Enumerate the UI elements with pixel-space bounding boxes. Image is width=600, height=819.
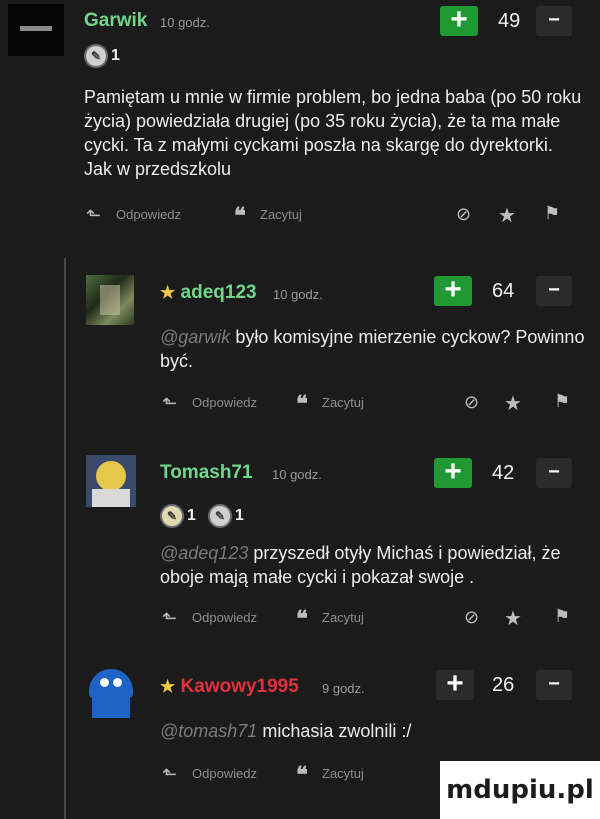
timestamp: 10 godz. [273, 287, 323, 302]
quote-icon[interactable]: ❝ [234, 203, 246, 229]
avatar[interactable] [86, 668, 136, 718]
quote-icon[interactable]: ❝ [296, 606, 308, 632]
comment-text: Pamiętam u mnie w firmie problem, bo jed… [84, 85, 584, 181]
mention-link[interactable]: @tomash71 [160, 721, 257, 741]
thread-line [64, 258, 66, 819]
downvote-button[interactable]: − [536, 458, 572, 488]
flag-icon[interactable]: ⚑ [554, 391, 570, 412]
flag-icon[interactable]: ⚑ [544, 203, 560, 224]
quote-icon[interactable]: ❝ [296, 391, 308, 417]
flag-icon[interactable]: ⚑ [554, 606, 570, 627]
timestamp: 10 godz. [272, 467, 322, 482]
username[interactable]: ★ Kawowy1995 [160, 676, 299, 698]
username-text: adeq123 [180, 282, 257, 303]
moderate-icon[interactable]: ⊘ [464, 392, 479, 413]
comment-actions: ⬑ Odpowiedz ❝ Zacytuj ⊘ ★ ⚑ [160, 606, 590, 632]
badge-icon: ✎ [208, 504, 232, 528]
reply-link[interactable]: Odpowiedz [192, 766, 257, 781]
vote-count: 26 [492, 674, 515, 696]
username[interactable]: ★ adeq123 [160, 282, 257, 304]
badge-icon: ✎ [160, 504, 184, 528]
vote-count: 49 [498, 10, 521, 32]
upvote-button[interactable]: + [436, 669, 474, 700]
star-icon[interactable]: ★ [504, 606, 522, 631]
comment-text: @adeq123 przyszedł otyły Michaś i powied… [160, 541, 590, 589]
timestamp: 9 godz. [322, 681, 365, 696]
quote-link[interactable]: Zacytuj [260, 207, 302, 222]
moderate-icon[interactable]: ⊘ [464, 607, 479, 628]
reply-arrow-icon[interactable]: ⬑ [86, 205, 101, 226]
comment-text: @garwik było komisyjne mierzenie cyckow?… [160, 325, 590, 373]
star-icon: ★ [160, 677, 176, 696]
badge-count: 1 [187, 507, 196, 524]
star-icon[interactable]: ★ [498, 203, 516, 228]
watermark-logo: mdupiu.pl [440, 761, 600, 819]
vote-count: 42 [492, 462, 515, 484]
upvote-button[interactable]: + [434, 457, 472, 488]
user-badge: ✎ 1 [84, 44, 120, 68]
comment-text: @tomash71 michasia zwolnili :/ [160, 719, 590, 743]
username-text: Kawowy1995 [180, 676, 299, 697]
upvote-button[interactable]: + [434, 275, 472, 306]
reply-link[interactable]: Odpowiedz [192, 395, 257, 410]
comment-body: michasia zwolnili :/ [262, 721, 412, 741]
downvote-button[interactable]: − [536, 670, 572, 700]
comment-body: Pamiętam u mnie w firmie problem, bo jed… [84, 87, 582, 179]
mention-link[interactable]: @adeq123 [160, 543, 248, 563]
username[interactable]: Garwik [84, 10, 147, 32]
quote-link[interactable]: Zacytuj [322, 766, 364, 781]
user-badge: ✎ 1 [208, 504, 244, 528]
downvote-button[interactable]: − [536, 276, 572, 306]
avatar[interactable] [86, 275, 134, 325]
timestamp: 10 godz. [160, 15, 210, 30]
reply-arrow-icon[interactable]: ⬑ [162, 608, 177, 629]
username[interactable]: Tomash71 [160, 462, 253, 484]
mention-link[interactable]: @garwik [160, 327, 230, 347]
reply-arrow-icon[interactable]: ⬑ [162, 764, 177, 785]
upvote-button[interactable]: + [440, 5, 478, 36]
user-badge: ✎ 1 [160, 504, 196, 528]
badge-count: 1 [235, 507, 244, 524]
downvote-button[interactable]: − [536, 6, 572, 36]
reply-link[interactable]: Odpowiedz [116, 207, 181, 222]
badge-icon: ✎ [84, 44, 108, 68]
reply-link[interactable]: Odpowiedz [192, 610, 257, 625]
reply-arrow-icon[interactable]: ⬑ [162, 393, 177, 414]
comment-actions: ⬑ Odpowiedz ❝ Zacytuj ⊘ ★ ⚑ [160, 391, 590, 417]
star-icon: ★ [160, 283, 176, 302]
avatar[interactable] [8, 4, 64, 56]
quote-link[interactable]: Zacytuj [322, 610, 364, 625]
quote-icon[interactable]: ❝ [296, 762, 308, 788]
badge-count: 1 [111, 47, 120, 64]
avatar[interactable] [86, 455, 136, 507]
moderate-icon[interactable]: ⊘ [456, 204, 471, 225]
comment-actions: ⬑ Odpowiedz ❝ Zacytuj ⊘ ★ ⚑ [84, 203, 584, 229]
star-icon[interactable]: ★ [504, 391, 522, 416]
quote-link[interactable]: Zacytuj [322, 395, 364, 410]
vote-count: 64 [492, 280, 515, 302]
